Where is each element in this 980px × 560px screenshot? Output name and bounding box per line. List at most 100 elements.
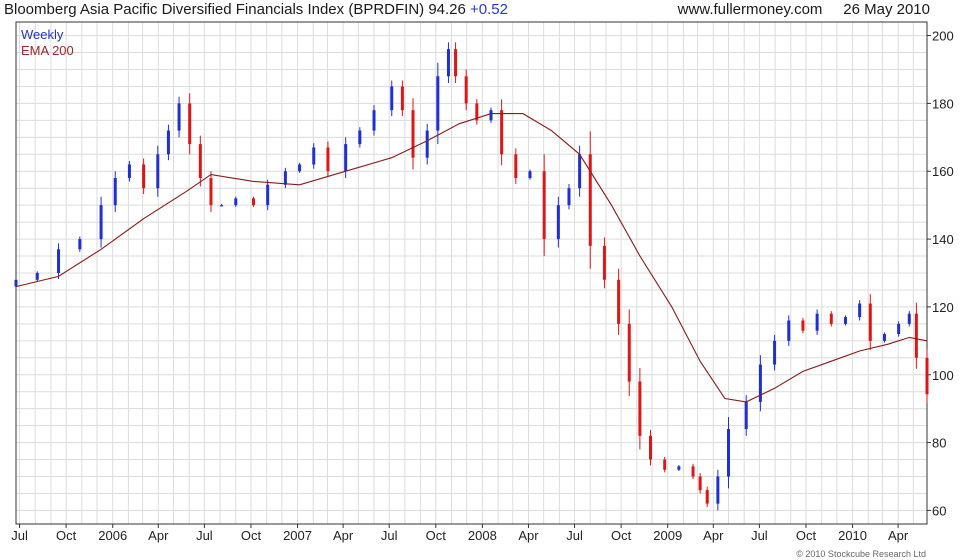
y-tick-label: 80 (932, 436, 946, 451)
x-tick-label: Jul (566, 528, 583, 543)
y-tick-label: 160 (932, 164, 954, 179)
weekly-candle (266, 184, 270, 206)
weekly-candle (177, 103, 181, 131)
weekly-candle (298, 164, 302, 172)
chart-title-text: Bloomberg Asia Pacific Diversified Finan… (4, 1, 466, 18)
weekly-candle (801, 320, 805, 331)
weekly-candle (500, 110, 504, 155)
weekly-candle (773, 340, 777, 365)
weekly-candle (556, 205, 560, 240)
chart-canvas: 60 80 100 120 140 160 180 200 Jul Oct 2006 Apr Jul O… (11, 21, 954, 543)
weekly-candle (907, 313, 911, 324)
weekly-candle (57, 249, 61, 273)
weekly-candle (344, 144, 348, 172)
header-right: www.fullermoney.com 26 May 2010 (678, 1, 930, 18)
weekly-candle (446, 49, 450, 77)
x-tick-label: Apr (333, 528, 354, 543)
weekly-candle (464, 76, 468, 104)
y-tick-label: 60 (932, 503, 946, 518)
weekly-candle (677, 466, 681, 470)
weekly-candle (627, 323, 631, 382)
weekly-candle (411, 110, 415, 158)
weekly-candle (705, 490, 709, 504)
x-tick-label: 2008 (468, 528, 497, 543)
change-value: +0.52 (470, 1, 508, 18)
y-tick-label: 200 (932, 29, 954, 44)
x-tick-label: Oct (611, 528, 632, 543)
weekly-candle (843, 317, 847, 324)
copyright-notice: © 2010 Stockcube Research Ltd (796, 549, 926, 559)
x-tick-label: Apr (888, 528, 909, 543)
weekly-candle (14, 279, 18, 287)
x-tick-label: Apr (148, 528, 169, 543)
x-tick-label: Oct (56, 528, 77, 543)
weekly-candle (326, 147, 330, 172)
weekly-candle (234, 198, 238, 206)
weekly-candle (897, 323, 901, 335)
weekly-candle (489, 110, 493, 121)
weekly-candle (602, 245, 606, 280)
weekly-candle (567, 188, 571, 206)
weekly-candle (726, 429, 730, 477)
weekly-candle (925, 357, 929, 395)
y-tick-label: 140 (932, 232, 954, 247)
weekly-candle (358, 130, 362, 145)
weekly-candle (436, 76, 440, 131)
weekly-candle (35, 273, 39, 280)
x-tick-label: Jul (381, 528, 398, 543)
weekly-candle (649, 435, 653, 460)
x-tick-label: Jul (196, 528, 213, 543)
legend-ema-200: EMA 200 (21, 43, 74, 58)
weekly-candle (454, 49, 458, 77)
y-tick-label: 120 (932, 300, 954, 315)
weekly-candle (166, 130, 170, 155)
weekly-candle (691, 466, 695, 477)
grid-lines (16, 22, 927, 524)
chart-date: 26 May 2010 (843, 1, 930, 18)
weekly-candle (400, 86, 404, 111)
y-tick-label: 100 (932, 368, 954, 383)
weekly-candle (251, 198, 255, 206)
x-tick-label: Oct (796, 528, 817, 543)
legend-weekly: Weekly (21, 27, 64, 42)
weekly-candle (542, 171, 546, 240)
weekly-candle (716, 476, 720, 504)
y-axis-ticks: 60 80 100 120 140 160 180 200 (927, 29, 954, 518)
weekly-candle (588, 154, 592, 246)
weekly-candle (99, 205, 103, 240)
weekly-candle (744, 401, 748, 430)
x-axis-ticks: Jul Oct 2006 Apr Jul Oct 2007 Apr Jul Oct 2008 Apr J… (11, 524, 909, 543)
weekly-candle (815, 313, 819, 331)
weekly-candle (220, 205, 224, 207)
x-tick-label: 2007 (283, 528, 312, 543)
x-tick-label: Jul (751, 528, 768, 543)
weekly-candle (425, 130, 429, 158)
weekly-candle (858, 303, 862, 318)
weekly-candle (528, 171, 532, 179)
chart-title: Bloomberg Asia Pacific Diversified Finan… (4, 1, 508, 18)
weekly-candle (698, 476, 702, 491)
weekly-candle (127, 164, 131, 179)
site-link[interactable]: www.fullermoney.com (678, 1, 823, 18)
weekly-candle (283, 171, 287, 185)
weekly-candle (113, 178, 117, 206)
weekly-candle (882, 334, 886, 341)
weekly-candle (663, 459, 667, 470)
x-tick-label: Apr (703, 528, 724, 543)
weekly-candle (868, 303, 872, 341)
weekly-candle (514, 154, 518, 179)
weekly-candle (372, 110, 376, 131)
x-tick-label: 2006 (98, 528, 127, 543)
weekly-candle (914, 313, 918, 358)
weekly-candle (787, 320, 791, 341)
weekly-candle (617, 279, 621, 324)
x-tick-label: Apr (518, 528, 539, 543)
weekly-candle (312, 147, 316, 165)
x-tick-label: Jul (11, 528, 28, 543)
weekly-candle (758, 364, 762, 402)
x-tick-label: 2010 (838, 528, 867, 543)
weekly-candle (638, 381, 642, 436)
weekly-candle (390, 86, 394, 111)
x-tick-label: Oct (241, 528, 262, 543)
weekly-candle (209, 178, 213, 206)
